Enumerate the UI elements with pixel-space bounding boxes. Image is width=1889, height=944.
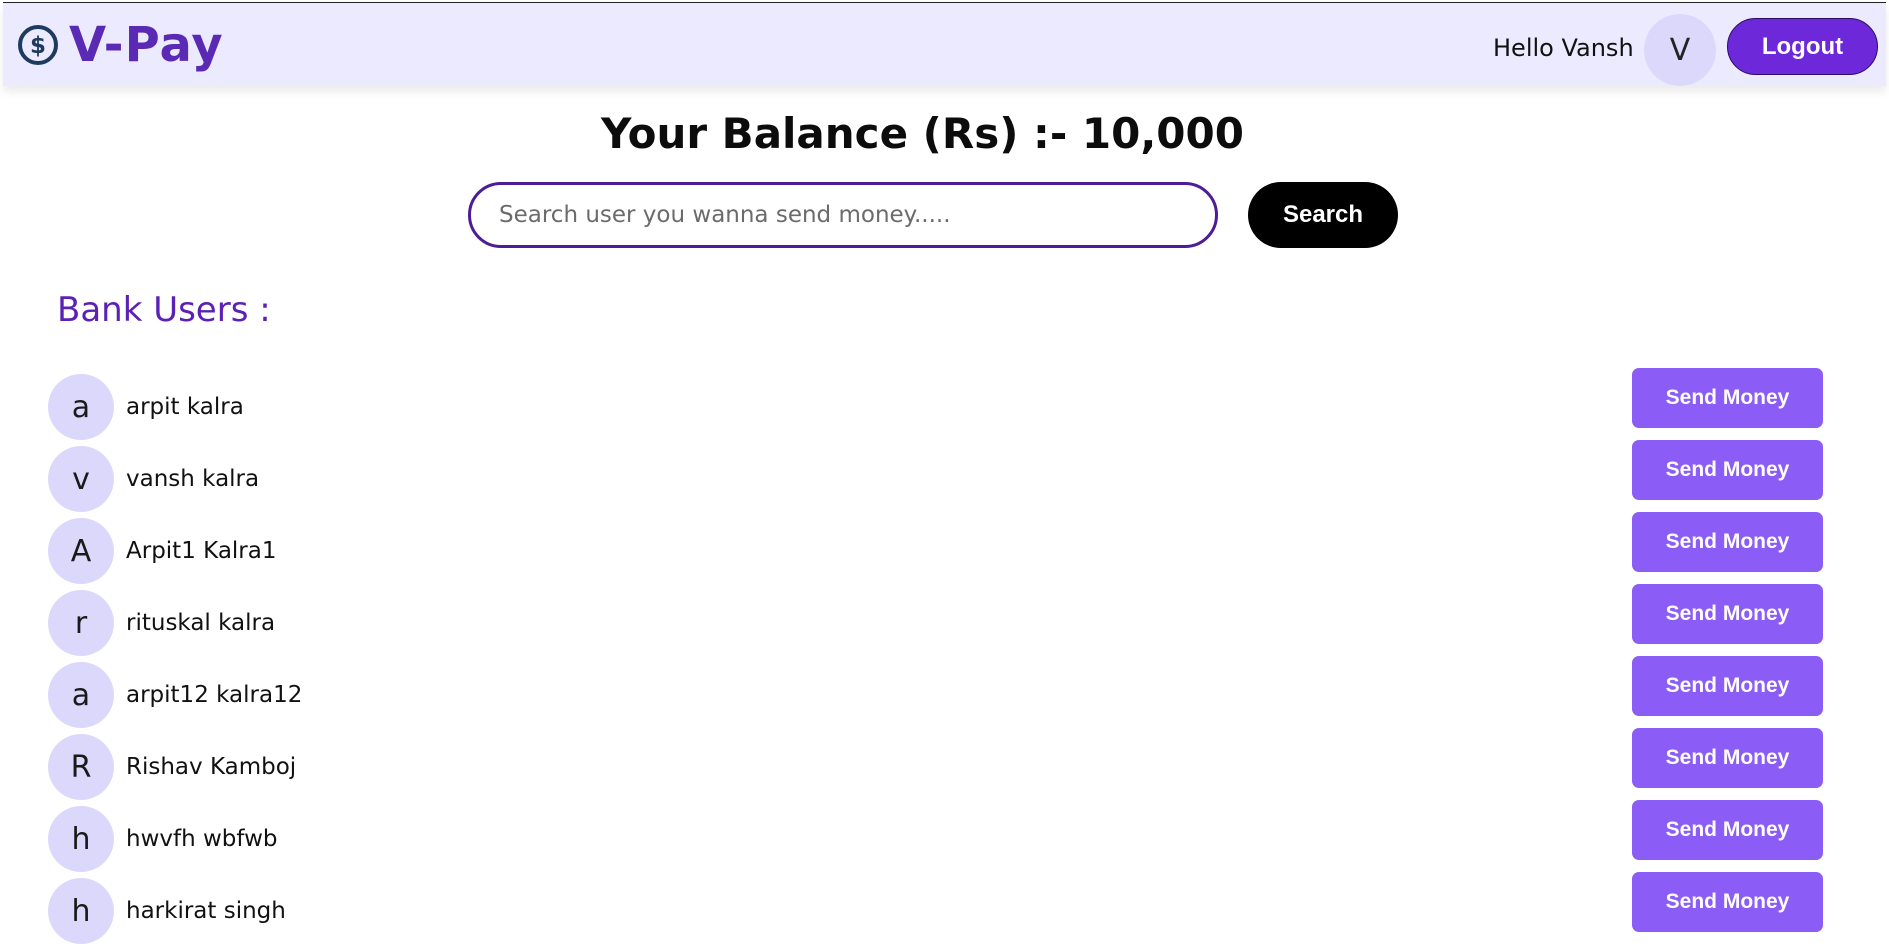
list-item: a arpit12 kalra12 Send Money xyxy=(0,656,1889,728)
user-avatar: r xyxy=(48,590,114,656)
user-initial: h xyxy=(71,821,91,857)
send-money-button[interactable]: Send Money xyxy=(1632,368,1823,428)
list-item: v vansh kalra Send Money xyxy=(0,440,1889,512)
user-name: hwvfh wbfwb xyxy=(126,826,278,852)
user-name: Rishav Kamboj xyxy=(126,754,297,780)
user-name: vansh kalra xyxy=(126,466,260,492)
top-navbar: $ V-Pay Hello Vansh V Logout xyxy=(3,2,1886,86)
send-money-button[interactable]: Send Money xyxy=(1632,584,1823,644)
user-initial: h xyxy=(71,893,91,929)
balance-heading: Your Balance (Rs) :- 10,000 xyxy=(601,109,1244,158)
user-avatar: a xyxy=(48,662,114,728)
avatar-initial: V xyxy=(1669,32,1691,68)
send-money-button[interactable]: Send Money xyxy=(1632,440,1823,500)
send-money-button[interactable]: Send Money xyxy=(1632,800,1823,860)
user-greeting: Hello Vansh xyxy=(1493,34,1634,62)
user-initial: v xyxy=(72,461,90,497)
list-item: A Arpit1 Kalra1 Send Money xyxy=(0,512,1889,584)
user-initial: a xyxy=(71,389,91,425)
user-name: rituskal kalra xyxy=(126,610,276,636)
list-item: R Rishav Kamboj Send Money xyxy=(0,728,1889,800)
user-list: a arpit kalra Send Money v vansh kalra S… xyxy=(0,368,1889,944)
list-item: h hwvfh wbfwb Send Money xyxy=(0,800,1889,872)
dollar-circle-icon: $ xyxy=(17,24,59,66)
user-avatar: h xyxy=(48,878,114,944)
logout-button[interactable]: Logout xyxy=(1727,18,1878,75)
avatar[interactable]: V xyxy=(1644,14,1716,86)
user-avatar: a xyxy=(48,374,114,440)
search-button[interactable]: Search xyxy=(1248,182,1398,248)
user-avatar: A xyxy=(48,518,114,584)
user-name: arpit12 kalra12 xyxy=(126,682,303,708)
list-item: h harkirat singh Send Money xyxy=(0,872,1889,944)
user-initial: A xyxy=(70,533,92,569)
user-name: Arpit1 Kalra1 xyxy=(126,538,277,564)
send-money-button[interactable]: Send Money xyxy=(1632,728,1823,788)
brand-name: V-Pay xyxy=(69,17,224,73)
search-input[interactable] xyxy=(468,182,1218,248)
user-initial: a xyxy=(71,677,91,713)
svg-text:$: $ xyxy=(30,33,46,59)
user-name: harkirat singh xyxy=(126,898,286,924)
user-avatar: h xyxy=(48,806,114,872)
user-avatar: R xyxy=(48,734,114,800)
brand-logo[interactable]: $ V-Pay xyxy=(17,17,224,73)
user-avatar: v xyxy=(48,446,114,512)
list-item: r rituskal kalra Send Money xyxy=(0,584,1889,656)
send-money-button[interactable]: Send Money xyxy=(1632,512,1823,572)
bank-users-heading: Bank Users : xyxy=(57,290,271,330)
user-name: arpit kalra xyxy=(126,394,244,420)
list-item: a arpit kalra Send Money xyxy=(0,368,1889,440)
user-initial: R xyxy=(70,749,92,785)
send-money-button[interactable]: Send Money xyxy=(1632,656,1823,716)
send-money-button[interactable]: Send Money xyxy=(1632,872,1823,932)
user-initial: r xyxy=(74,605,88,641)
